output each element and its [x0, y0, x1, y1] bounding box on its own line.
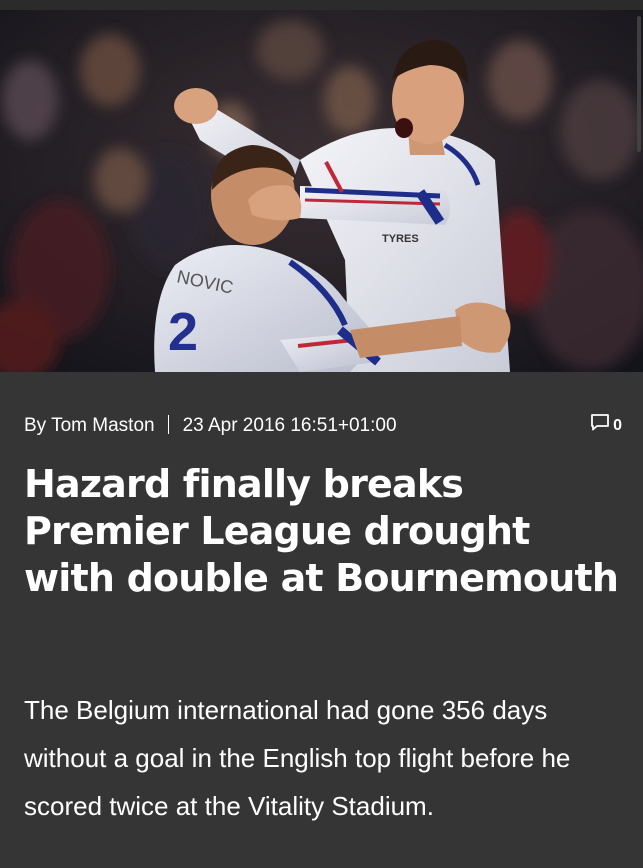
publish-date: 23 Apr 2016 16:51+01:00: [182, 415, 397, 436]
article-headline: Hazard finally breaks Premier League dro…: [24, 462, 619, 600]
article-page: TYRES 2 NOVIC By Tom Maston 23 Apr 2016 1…: [0, 0, 643, 868]
comment-bubble-icon: [590, 412, 610, 440]
article-standfirst: The Belgium international had gone 356 d…: [24, 695, 571, 821]
byline[interactable]: By Tom Maston: [24, 415, 155, 436]
hero-image[interactable]: TYRES 2 NOVIC: [0, 10, 643, 372]
scrollbar[interactable]: [637, 16, 641, 152]
comments-button[interactable]: 0: [590, 412, 622, 440]
top-bar: [0, 0, 643, 10]
meta-divider: [167, 415, 169, 434]
comment-count: 0: [613, 417, 622, 434]
shirt-sponsor-text: TYRES: [382, 233, 419, 245]
shirt-number: 2: [168, 302, 198, 362]
article-meta: By Tom Maston 23 Apr 2016 16:51+01:00 0: [24, 412, 622, 440]
